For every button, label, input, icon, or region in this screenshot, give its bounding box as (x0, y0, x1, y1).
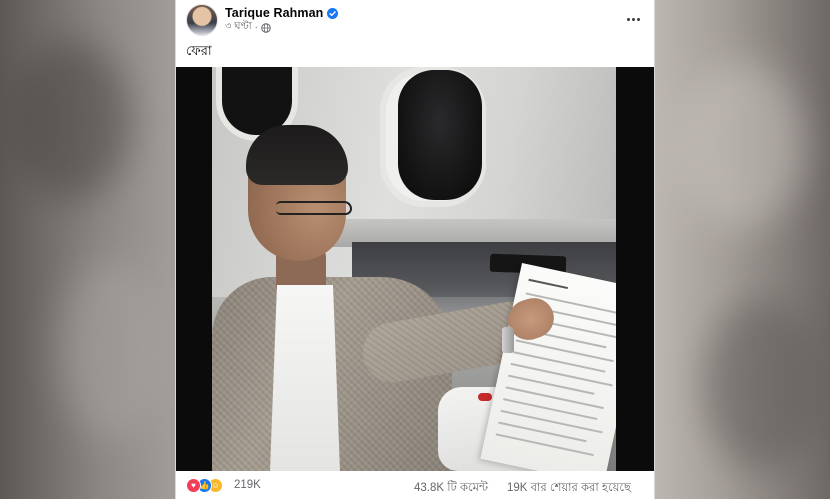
cabin-window (398, 70, 482, 200)
post-photo[interactable] (176, 67, 654, 471)
reaction-count[interactable]: 219K (234, 479, 261, 491)
post-text: ফেরা (186, 43, 212, 58)
meta-separator: · (254, 22, 258, 33)
reaction-icons[interactable]: ♥ 👍 ☺ (186, 478, 223, 493)
post-header: Tarique Rahman ৩ ঘণ্টা · (176, 0, 656, 40)
background-right (654, 0, 830, 499)
globe-icon (261, 22, 271, 33)
author-avatar[interactable] (186, 4, 218, 36)
love-icon: ♥ (186, 478, 201, 493)
share-count[interactable]: 19K বার শেয়ার করা হয়েছে (507, 479, 631, 498)
wristwatch (502, 327, 514, 353)
more-options-button[interactable] (622, 8, 644, 30)
post-card: Tarique Rahman ৩ ঘণ্টা · ফেরা ♥ 👍 ☺ 219K… (175, 0, 655, 499)
author-name[interactable]: Tarique Rahman (225, 6, 323, 20)
background-left (0, 0, 175, 499)
comment-count[interactable]: 43.8K টি কমেন্ট (414, 479, 488, 498)
post-meta: ৩ ঘণ্টা · (225, 21, 271, 34)
verified-badge-icon (327, 7, 339, 19)
eyeglasses (276, 201, 352, 215)
photo-content (212, 67, 616, 471)
engagement-bar: ♥ 👍 ☺ 219K 43.8K টি কমেন্ট 19K বার শেয়া… (176, 472, 654, 499)
more-options-icon (626, 17, 630, 21)
post-time[interactable]: ৩ ঘণ্টা (225, 19, 252, 36)
